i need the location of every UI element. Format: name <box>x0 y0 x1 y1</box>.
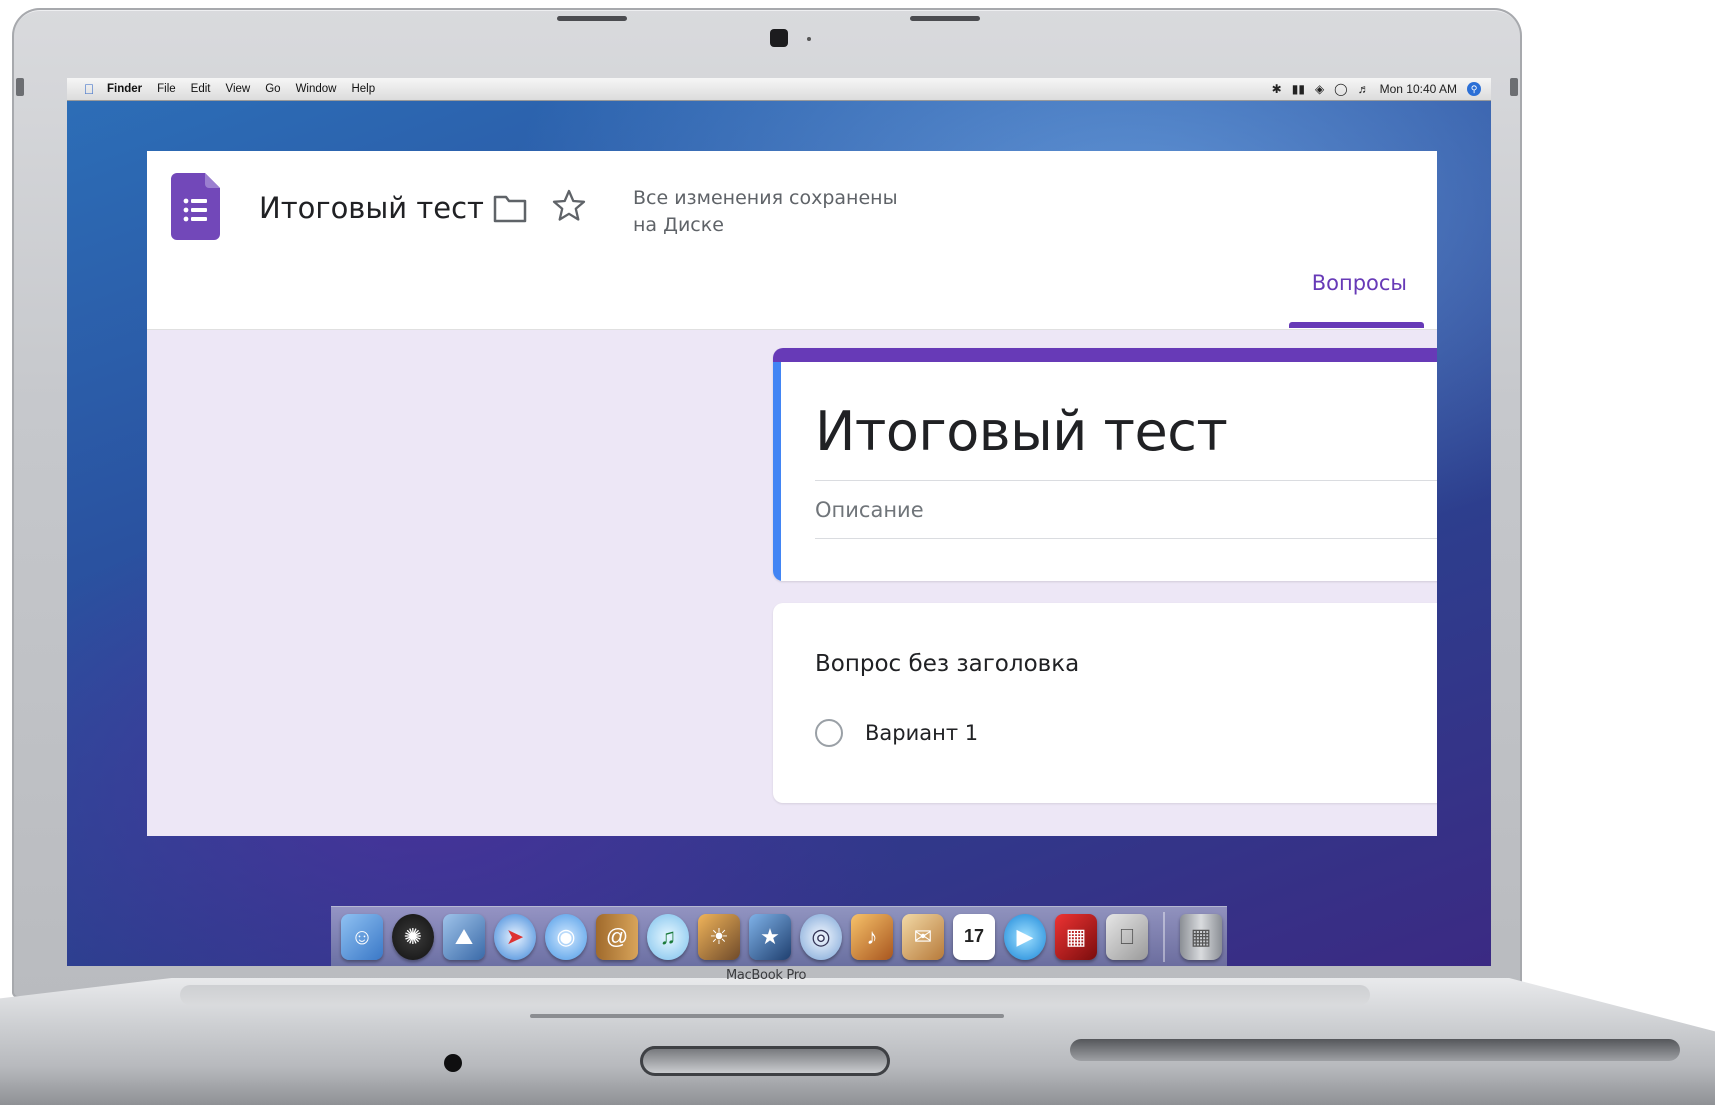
active-tab-indicator <box>1289 322 1424 328</box>
ichat-status-icon[interactable]: ◯ <box>1334 82 1347 96</box>
dashboard-icon[interactable]: ✺ <box>392 913 434 960</box>
option-radio[interactable] <box>815 719 843 747</box>
imovie-icon[interactable]: ★ <box>749 913 791 960</box>
spotlight-icon[interactable]: ⚲ <box>1467 82 1481 96</box>
apple-menu-icon[interactable]:  <box>81 81 97 97</box>
save-status-line-2: на Диске <box>633 214 724 236</box>
wifi-icon[interactable]: ◈ <box>1315 82 1324 96</box>
finder-icon[interactable]: ☺ <box>341 913 383 960</box>
screen:  Finder File Edit View Go Window Help ✱… <box>67 78 1491 966</box>
iphoto-icon[interactable]: ☀ <box>698 913 740 960</box>
question-title[interactable]: Вопрос без заголовка <box>815 651 1079 677</box>
option-label[interactable]: Вариант 1 <box>865 721 978 745</box>
save-status-line-1: Все изменения сохранены <box>633 187 898 209</box>
camera-led <box>807 37 811 41</box>
star-icon[interactable] <box>552 189 586 223</box>
menu-window[interactable]: Window <box>296 83 337 95</box>
dock: ☺ ✺ ⛰ ➤ ◉ @ ♫ ☀ ★ ◎ ♪ ✉ 17 ▶ ▦  ▦ <box>331 906 1227 966</box>
garageband-icon[interactable]: ♪ <box>851 913 893 960</box>
menubar-clock[interactable]: Mon 10:40 AM <box>1380 82 1457 96</box>
trackpad-edge <box>530 1014 1004 1018</box>
address-book-icon[interactable]: @ <box>596 913 638 960</box>
title-card-accent-bar <box>773 348 1437 362</box>
keyboard-edge <box>180 985 1370 1005</box>
safari-icon[interactable]: ➤ <box>494 913 536 960</box>
menubar-status-area: ✱ ▮▮ ◈ ◯ ♬ Mon 10:40 AM ⚲ <box>1272 82 1491 96</box>
trash-icon[interactable]: ▦ <box>1180 913 1222 960</box>
form-description-input[interactable]: Описание <box>815 498 924 522</box>
ichat-icon[interactable]: ◉ <box>545 913 587 960</box>
ical-icon[interactable]: 17 <box>953 913 995 960</box>
folder-icon[interactable] <box>493 193 527 223</box>
form-title[interactable]: Итоговый тест <box>815 400 1228 463</box>
hinge-right <box>1510 78 1518 96</box>
forms-header: Итоговый тест Все изменения сохранены на… <box>147 151 1437 330</box>
mail-icon[interactable]: ✉ <box>902 913 944 960</box>
photo-booth-icon[interactable]: ▦ <box>1055 913 1097 960</box>
document-title[interactable]: Итоговый тест <box>259 191 484 225</box>
mac-menubar:  Finder File Edit View Go Window Help ✱… <box>67 78 1491 101</box>
camera-icon <box>770 29 788 47</box>
menu-file[interactable]: File <box>157 83 176 95</box>
google-forms-logo-icon[interactable] <box>171 173 220 240</box>
lid-notch-left <box>557 16 627 21</box>
form-title-card[interactable]: Итоговый тест Описание <box>773 348 1437 581</box>
menu-view[interactable]: View <box>226 83 251 95</box>
tab-questions[interactable]: Вопросы <box>1312 271 1407 295</box>
menu-go[interactable]: Go <box>265 83 280 95</box>
brand-label: MacBook Pro <box>726 968 807 983</box>
save-status: Все изменения сохранены на Диске <box>633 185 898 239</box>
menu-help[interactable]: Help <box>351 83 375 95</box>
dock-separator <box>1163 911 1165 962</box>
itunes-icon[interactable]: ♫ <box>647 913 689 960</box>
form-title-underline <box>815 480 1437 481</box>
form-description-underline <box>815 538 1437 539</box>
sleep-indicator-icon <box>444 1054 462 1072</box>
hinge-left <box>16 78 24 96</box>
volume-icon[interactable]: ♬ <box>1358 82 1370 96</box>
menu-finder[interactable]: Finder <box>107 83 142 95</box>
optical-drive-slot <box>1070 1039 1680 1061</box>
lid-notch-right <box>910 16 980 21</box>
lid-latch <box>640 1046 890 1076</box>
preview-icon[interactable]: ⛰ <box>443 913 485 960</box>
quicktime-icon[interactable]: ▶ <box>1004 913 1046 960</box>
menu-edit[interactable]: Edit <box>191 83 211 95</box>
question-card[interactable]: Вопрос без заголовка Вариант 1 <box>773 603 1437 803</box>
bluetooth-icon[interactable]: ✱ <box>1272 82 1282 96</box>
forms-window: Итоговый тест Все изменения сохранены на… <box>147 151 1437 836</box>
system-preferences-icon[interactable]:  <box>1106 913 1148 960</box>
idvd-icon[interactable]: ◎ <box>800 913 842 960</box>
ical-day: 17 <box>963 926 985 946</box>
title-card-focus-bar <box>773 362 781 581</box>
battery-icon[interactable]: ▮▮ <box>1292 82 1305 96</box>
laptop-lid:  Finder File Edit View Go Window Help ✱… <box>12 8 1522 998</box>
